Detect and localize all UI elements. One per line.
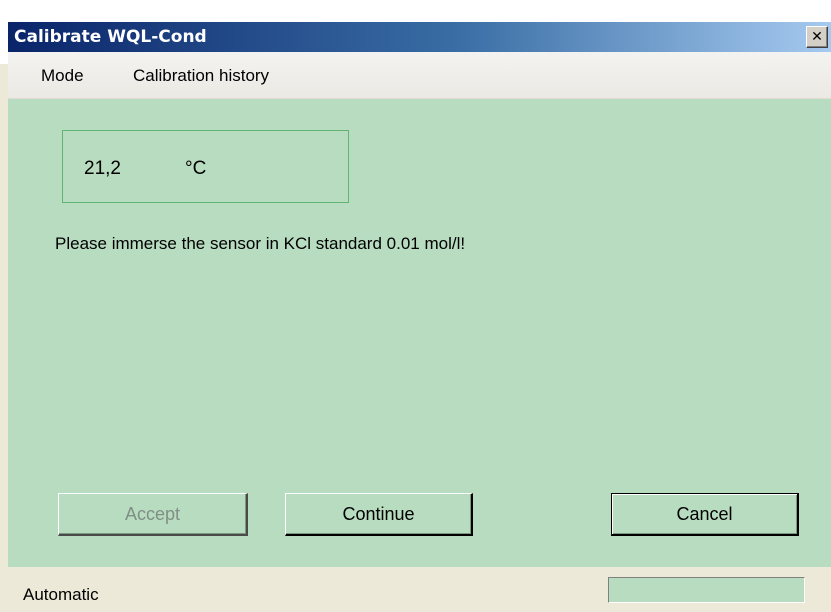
temperature-display: 21,2 °C bbox=[62, 130, 349, 203]
temperature-unit: °C bbox=[185, 158, 207, 179]
close-icon: ✕ bbox=[811, 29, 823, 45]
menu-item-calibration-history[interactable]: Calibration history bbox=[133, 66, 269, 86]
window-title: Calibrate WQL-Cond bbox=[14, 27, 207, 47]
menu-item-mode[interactable]: Mode bbox=[41, 66, 84, 86]
cancel-button[interactable]: Cancel bbox=[611, 493, 799, 536]
instruction-text: Please immerse the sensor in KCl standar… bbox=[55, 234, 466, 253]
status-progress-bar bbox=[608, 577, 805, 603]
accept-button[interactable]: Accept bbox=[58, 493, 248, 536]
client-area: 21,2 °C Please immerse the sensor in KCl… bbox=[8, 99, 831, 567]
status-bar: Automatic bbox=[8, 567, 831, 612]
menu-bar: Mode Calibration history bbox=[8, 52, 831, 99]
title-bar[interactable]: Calibrate WQL-Cond ✕ bbox=[8, 22, 831, 52]
continue-button[interactable]: Continue bbox=[285, 493, 473, 536]
status-mode-text: Automatic bbox=[23, 585, 99, 604]
calibrate-dialog: Calibrate WQL-Cond ✕ Mode Calibration hi… bbox=[0, 0, 831, 612]
temperature-value: 21,2 bbox=[84, 158, 121, 179]
close-button[interactable]: ✕ bbox=[806, 26, 828, 48]
